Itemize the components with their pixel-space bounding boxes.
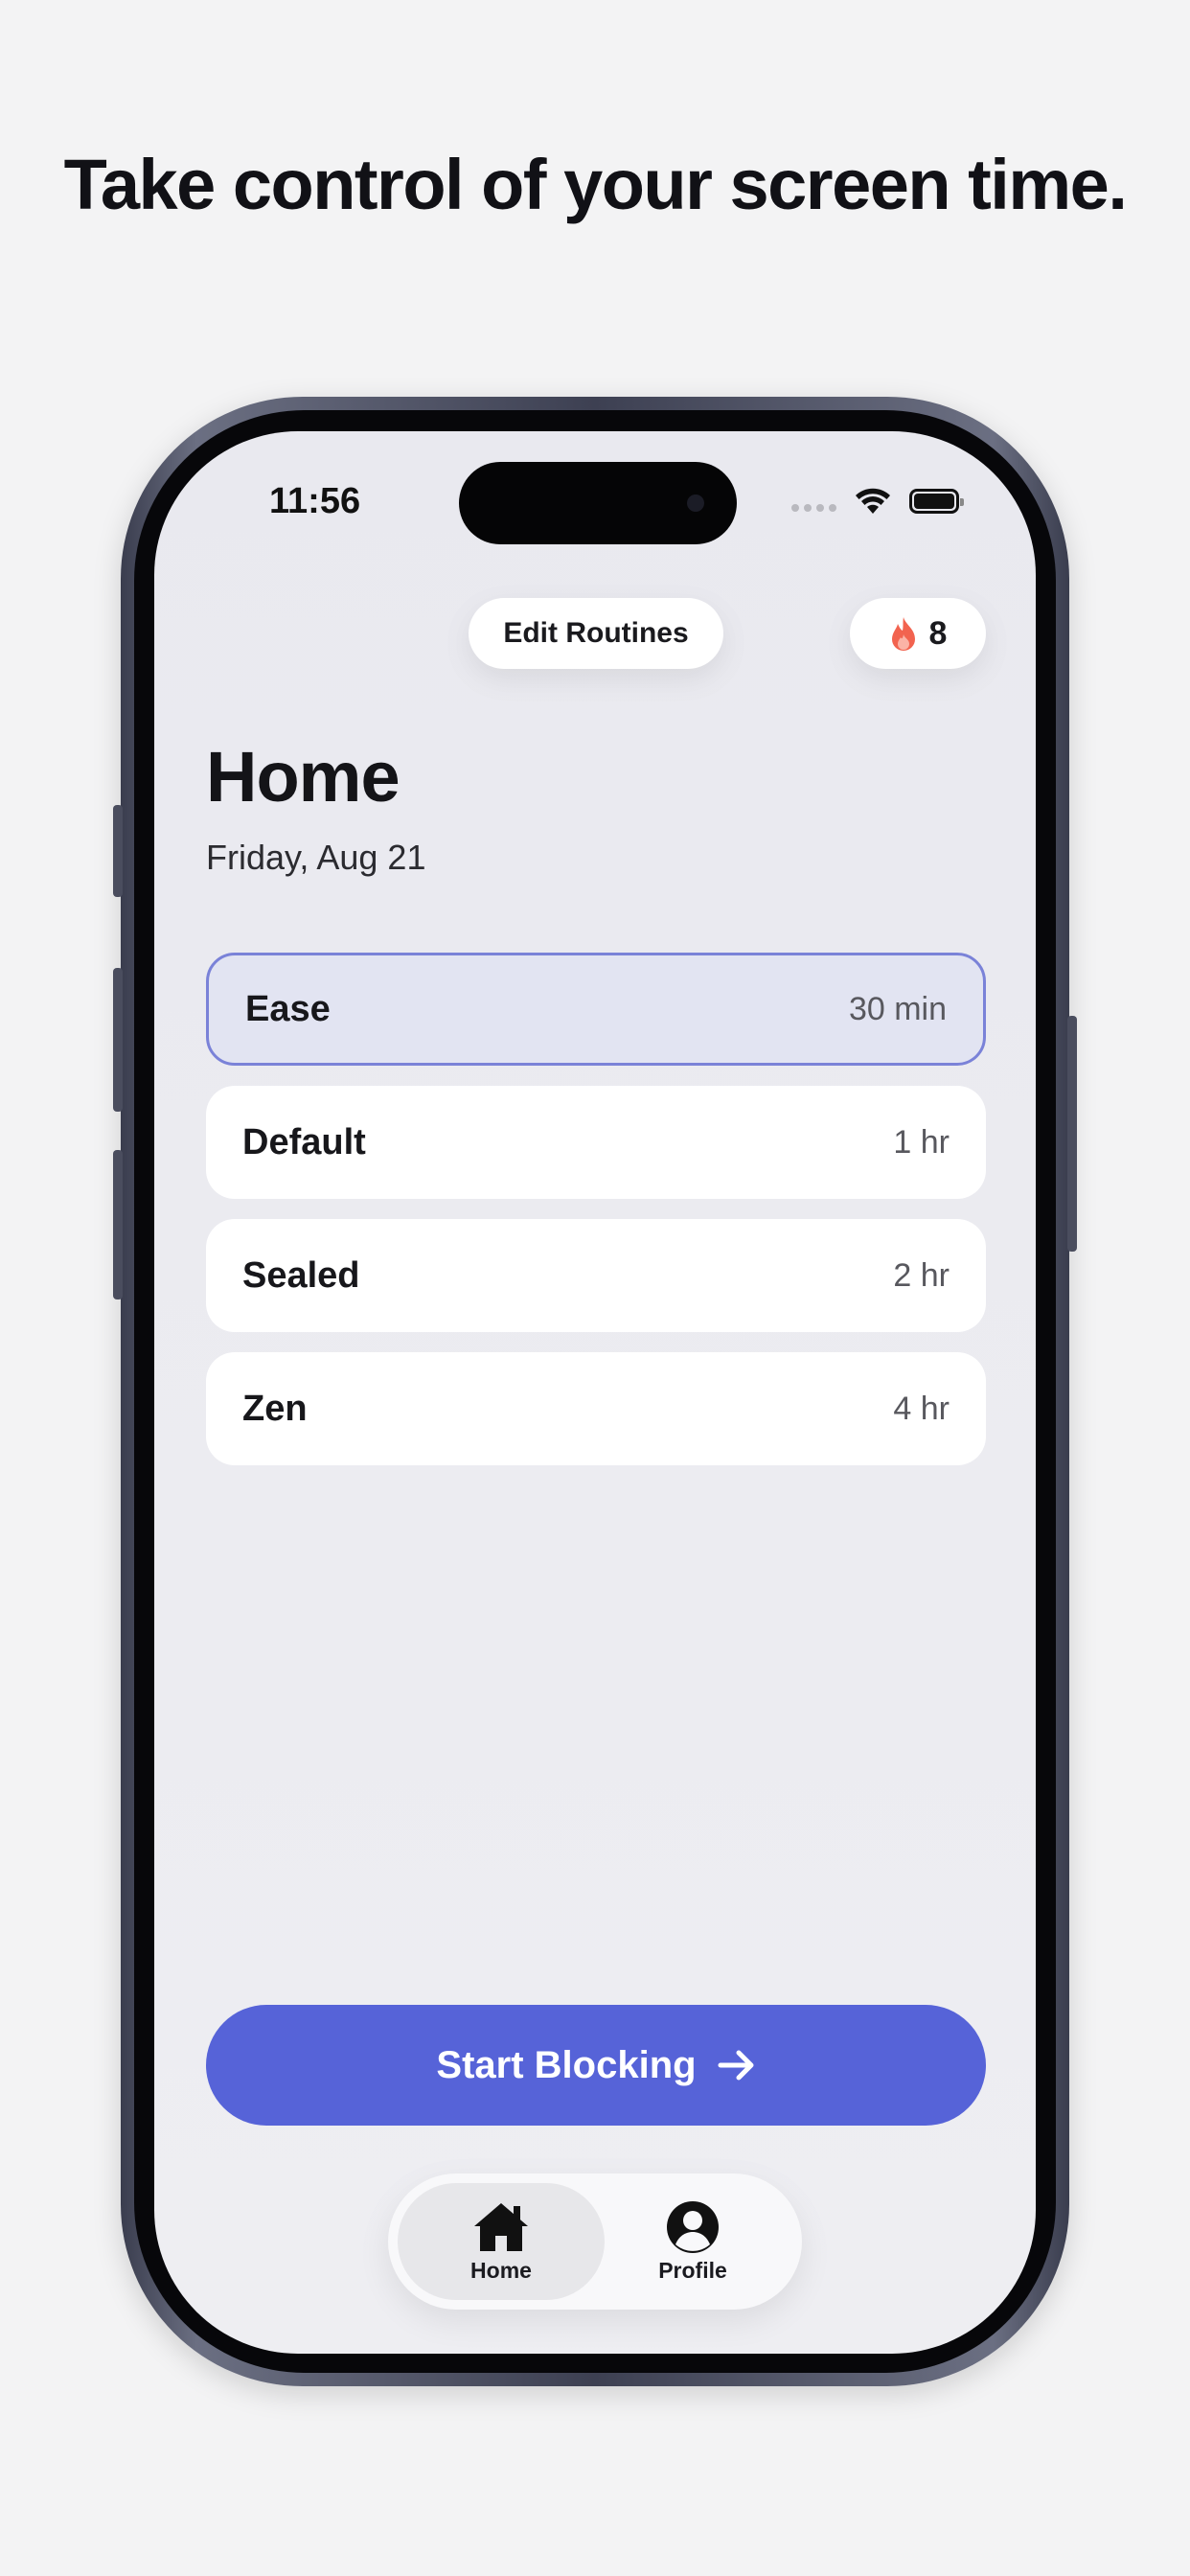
routine-name: Default bbox=[242, 1121, 366, 1162]
page-date: Friday, Aug 21 bbox=[206, 838, 426, 877]
routine-item-ease[interactable]: Ease 30 min bbox=[206, 953, 986, 1066]
routine-item-default[interactable]: Default 1 hr bbox=[206, 1086, 986, 1199]
routine-name: Ease bbox=[245, 988, 331, 1029]
streak-count: 8 bbox=[928, 614, 948, 652]
marketing-headline: Take control of your screen time. bbox=[63, 145, 1128, 224]
house-icon bbox=[474, 2202, 528, 2251]
tab-profile[interactable]: Profile bbox=[589, 2183, 796, 2300]
person-circle-icon bbox=[667, 2200, 719, 2253]
start-blocking-button[interactable]: Start Blocking bbox=[206, 2005, 986, 2126]
routine-duration: 1 hr bbox=[893, 1123, 950, 1161]
routine-duration: 4 hr bbox=[893, 1390, 950, 1427]
tab-bar: Home Profile bbox=[388, 2174, 802, 2310]
battery-icon bbox=[909, 489, 964, 514]
power-button bbox=[1067, 1016, 1077, 1252]
page-title: Home bbox=[206, 737, 400, 816]
arrow-right-icon bbox=[718, 2050, 754, 2081]
dynamic-island bbox=[459, 462, 737, 544]
edit-routines-button[interactable]: Edit Routines bbox=[469, 598, 723, 669]
wifi-icon bbox=[856, 488, 890, 514]
cellular-signal-icon bbox=[791, 504, 836, 512]
volume-down-button bbox=[113, 1150, 123, 1300]
start-blocking-label: Start Blocking bbox=[436, 2043, 697, 2086]
tab-profile-label: Profile bbox=[658, 2257, 727, 2283]
flame-icon bbox=[891, 617, 915, 651]
phone-screen: 11:56 Edit Routines 8 Home Friday, Aug 2… bbox=[154, 431, 1036, 2354]
streak-badge[interactable]: 8 bbox=[850, 598, 986, 669]
edit-routines-label: Edit Routines bbox=[503, 617, 689, 649]
tab-home[interactable]: Home bbox=[398, 2183, 605, 2300]
action-button bbox=[113, 805, 123, 897]
routine-duration: 30 min bbox=[848, 990, 947, 1027]
routine-name: Sealed bbox=[242, 1254, 360, 1296]
status-icons bbox=[791, 487, 964, 516]
routine-item-sealed[interactable]: Sealed 2 hr bbox=[206, 1219, 986, 1332]
routine-item-zen[interactable]: Zen 4 hr bbox=[206, 1352, 986, 1465]
tab-home-label: Home bbox=[470, 2257, 532, 2283]
volume-up-button bbox=[113, 968, 123, 1112]
status-time: 11:56 bbox=[269, 481, 361, 521]
routine-duration: 2 hr bbox=[893, 1256, 950, 1294]
routine-name: Zen bbox=[242, 1388, 308, 1429]
